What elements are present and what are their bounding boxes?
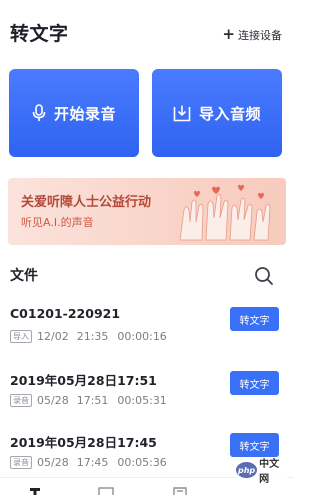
- files-section-header: 文件: [0, 262, 294, 290]
- file-name: 2019年05月28日17:45: [10, 435, 157, 450]
- plus-icon: +: [222, 24, 235, 43]
- file-time: 17:51: [76, 394, 109, 407]
- convert-to-text-button[interactable]: 转文字: [230, 433, 279, 457]
- microphone-icon: [32, 104, 46, 122]
- page-title: 转文字: [10, 23, 69, 45]
- file-date: 12/02: [37, 330, 69, 343]
- convert-to-text-button[interactable]: 转文字: [230, 307, 279, 331]
- file-source-tag: 导入: [10, 330, 32, 343]
- watermark-text: 中文网: [259, 459, 280, 485]
- start-recording-button[interactable]: 开始录音: [9, 69, 139, 157]
- file-duration: 00:05:31: [117, 394, 167, 407]
- file-meta: 录音 05/28 17:45 00:05:36: [10, 456, 167, 469]
- connect-device-label: 连接设备: [238, 29, 282, 42]
- tab-transcribe-icon[interactable]: [27, 480, 43, 495]
- file-meta: 录音 05/28 17:51 00:05:31: [10, 394, 167, 407]
- file-date: 05/28: [37, 394, 69, 407]
- file-source-tag: 录音: [10, 394, 32, 407]
- banner-title: 关爱听障人士公益行动: [21, 195, 152, 210]
- start-recording-label: 开始录音: [53, 104, 116, 123]
- file-duration: 00:00:16: [117, 330, 167, 343]
- file-time: 17:45: [76, 456, 109, 469]
- tab-mine-icon[interactable]: [172, 480, 188, 495]
- file-list-item[interactable]: 2019年05月28日17:51 录音 05/28 17:51 00:05:31…: [0, 370, 294, 430]
- hands-illustration-icon: [172, 182, 276, 245]
- import-audio-button[interactable]: 导入音频: [152, 69, 282, 157]
- file-source-tag: 录音: [10, 456, 32, 469]
- connect-device-button[interactable]: + 连接设备: [222, 24, 282, 43]
- convert-to-text-button[interactable]: 转文字: [230, 371, 279, 395]
- tab-media-icon[interactable]: [98, 480, 114, 498]
- php-logo: php: [236, 462, 258, 478]
- file-duration: 00:05:36: [117, 456, 167, 469]
- import-icon: [173, 104, 191, 122]
- charity-banner[interactable]: 关爱听障人士公益行动 听见A.I.的声音: [8, 178, 286, 245]
- file-name: C01201-220921: [10, 306, 121, 321]
- import-audio-label: 导入音频: [198, 104, 261, 123]
- search-icon[interactable]: [254, 266, 274, 290]
- site-watermark: php 中文网: [236, 458, 288, 485]
- file-date: 05/28: [37, 456, 69, 469]
- file-time: 21:35: [76, 330, 109, 343]
- file-name: 2019年05月28日17:51: [10, 373, 157, 388]
- file-list-item[interactable]: C01201-220921 导入 12/02 21:35 00:00:16 转文…: [0, 306, 294, 366]
- banner-subtitle: 听见A.I.的声音: [21, 216, 94, 229]
- files-title: 文件: [10, 268, 38, 284]
- app-header: 转文字 + 连接设备: [0, 0, 294, 60]
- file-meta: 导入 12/02 21:35 00:00:16: [10, 330, 167, 343]
